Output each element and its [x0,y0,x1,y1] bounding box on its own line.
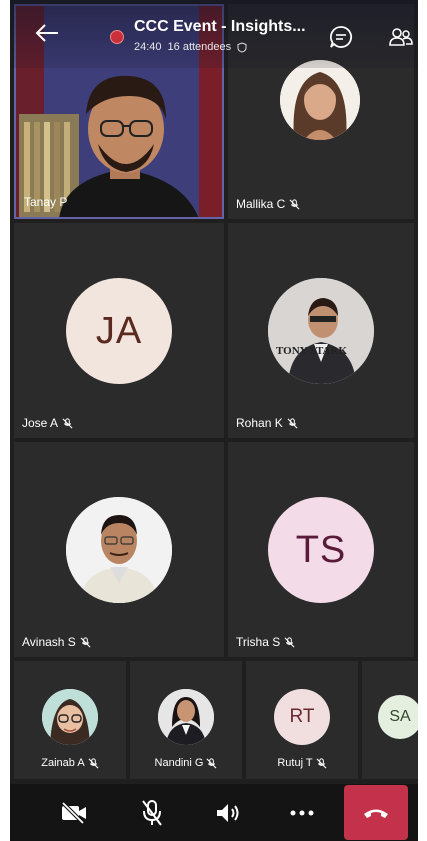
participant-initials-avatar: RT [274,689,330,745]
back-arrow-icon[interactable] [32,18,62,48]
participant-strip-tile[interactable]: Zainab A [14,661,126,779]
mute-toggle-button[interactable] [120,784,184,841]
meeting-duration: 24:40 [134,41,162,53]
more-icon [290,810,314,815]
call-controls-bar [10,784,418,841]
participant-name: Tanay P [24,195,68,209]
participant-initials-avatar: JA [66,278,172,384]
participant-avatar [42,689,98,745]
hang-up-button[interactable] [344,785,408,840]
mic-off-icon [80,636,91,647]
participant-strip-tile[interactable]: RT Rutuj T [246,661,358,779]
participant-tile[interactable]: JA Jose A [14,223,224,438]
mic-off-icon [316,757,327,768]
camera-toggle-button[interactable] [42,784,106,841]
attendee-count[interactable]: 16 attendees [168,41,232,53]
participant-name-tag: Nandini G [130,757,242,769]
participant-avatar [158,689,214,745]
meeting-title: CCC Event - Insights... [134,18,306,35]
participant-name: Jose A [22,416,59,430]
participant-name-tag: Tanay P [24,195,67,209]
participant-tile[interactable]: Avinash S [14,442,224,657]
mic-off-icon [88,757,99,768]
participant-name: Rutuj T [277,757,313,769]
photo-caption-text: TONY STARK [276,345,347,357]
participant-tile[interactable]: TS Trisha S [228,442,414,657]
participant-name-tag: Zainab A [14,757,126,769]
participant-initials: SA [389,708,411,725]
mic-off-icon [289,198,300,209]
participant-name: Mallika C [236,197,286,211]
participant-name-tag: Avinash S [22,635,91,649]
participant-name: Avinash S [22,635,76,649]
participant-tile[interactable]: TONY STARK Rohan K [228,223,414,438]
participant-initials: RT [289,706,315,727]
speaker-button[interactable] [196,784,260,841]
mic-off-icon [287,417,298,428]
phone-hangup-icon [364,809,388,818]
participant-name: Trisha S [236,635,281,649]
participant-avatar: TONY STARK [268,278,374,384]
participant-name-tag: Trisha S [236,635,295,649]
participant-initials-avatar: SA [378,695,418,739]
mic-off-icon [142,799,162,826]
participant-name: Rohan K [236,416,283,430]
participant-name-tag: Rohan K [236,416,298,430]
meeting-header: CCC Event - Insights... 24:40 16 attende… [10,0,418,68]
participant-name-tag: Mallika C [236,197,300,211]
participant-name: Zainab A [41,757,85,769]
participants-icon[interactable] [388,25,414,51]
participant-name: Nandini G [154,757,204,769]
meeting-screen: Tanay P Mallika C JA Jose A TONY STARK R… [10,0,418,841]
mic-off-icon [284,636,295,647]
participant-avatar [280,60,360,140]
more-options-button[interactable] [270,784,334,841]
participant-strip-tile[interactable]: SA [362,661,418,779]
mic-off-icon [206,757,217,768]
participant-initials: TS [295,528,347,571]
participant-name-tag: Rutuj T [246,757,358,769]
meeting-subtitle: 24:40 16 attendees [134,41,247,53]
participant-strip-tile[interactable]: Nandini G [130,661,242,779]
participant-name-tag: Jose A [22,416,73,430]
participant-initials: JA [95,309,143,352]
recording-indicator-icon [110,30,124,44]
speaker-icon [217,803,239,822]
chat-icon[interactable] [328,24,354,50]
mic-off-icon [62,417,73,428]
camera-off-icon [61,801,86,824]
participant-avatar [66,497,172,603]
shield-icon [237,41,247,53]
participant-initials-avatar: TS [268,497,374,603]
